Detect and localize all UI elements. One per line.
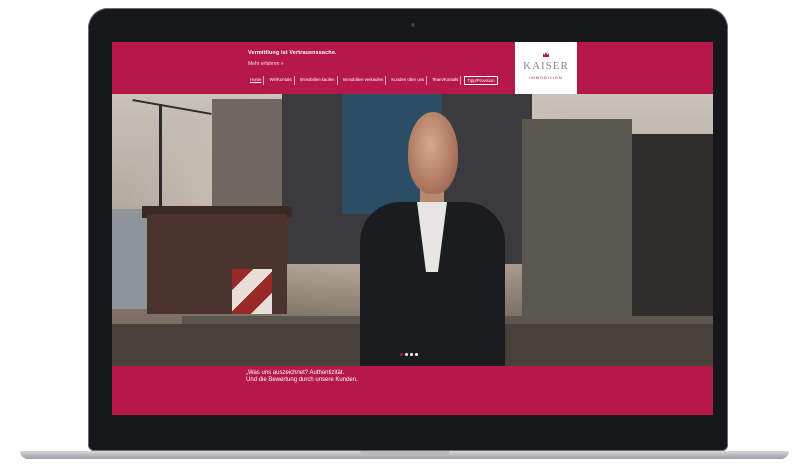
- logo-wordmark: KAISER: [523, 60, 569, 72]
- browser-screen: Vermittlung ist Vertrauenssache. Mehr er…: [112, 42, 713, 415]
- hero-text-band: „Was uns auszeichnet? Authentizität. Und…: [112, 366, 713, 415]
- slider-dot[interactable]: [415, 353, 418, 356]
- background-building: [112, 209, 152, 309]
- slider-dot[interactable]: [400, 353, 403, 356]
- nav-item-referral[interactable]: Tipp/Provision: [464, 76, 498, 85]
- nav-item-sell[interactable]: Immobilien verkaufen: [341, 76, 387, 85]
- site-header: Vermittlung ist Vertrauenssache. Mehr er…: [112, 42, 713, 94]
- background-building: [632, 134, 713, 344]
- hero-subheadline: Und die Bewertung durch unsere Kunden.: [246, 377, 358, 383]
- nav-item-home[interactable]: Home: [248, 76, 265, 85]
- warning-sign: [232, 269, 272, 314]
- nav-item-about[interactable]: Wir/Kontakt: [267, 76, 295, 85]
- hero-image: [112, 94, 713, 366]
- laptop-notch: [360, 451, 450, 455]
- main-navigation: Home Wir/Kontakt Immobilien kaufen Immob…: [248, 76, 498, 85]
- person-head: [408, 112, 458, 194]
- logo-subtitle: IMMOBILIEN: [529, 75, 563, 80]
- slider-dot[interactable]: [405, 353, 408, 356]
- hero-headline: „Was uns auszeichnet? Authentizität.: [246, 370, 345, 376]
- slider-dot[interactable]: [410, 353, 413, 356]
- background-building: [522, 119, 632, 319]
- slider-dots: [400, 353, 418, 356]
- header-tagline: Vermittlung ist Vertrauenssache.: [248, 50, 337, 56]
- more-info-link[interactable]: Mehr erfahren »: [248, 61, 284, 67]
- camera-icon: [411, 23, 415, 27]
- kaiser-logo[interactable]: KAISER IMMOBILIEN: [515, 42, 577, 94]
- nav-item-team[interactable]: Team/Kontakt: [430, 76, 462, 85]
- nav-item-buy[interactable]: Immobilien kaufen: [298, 76, 338, 85]
- crown-icon: [543, 52, 549, 57]
- nav-item-testimonials[interactable]: Kunden über uns: [389, 76, 428, 85]
